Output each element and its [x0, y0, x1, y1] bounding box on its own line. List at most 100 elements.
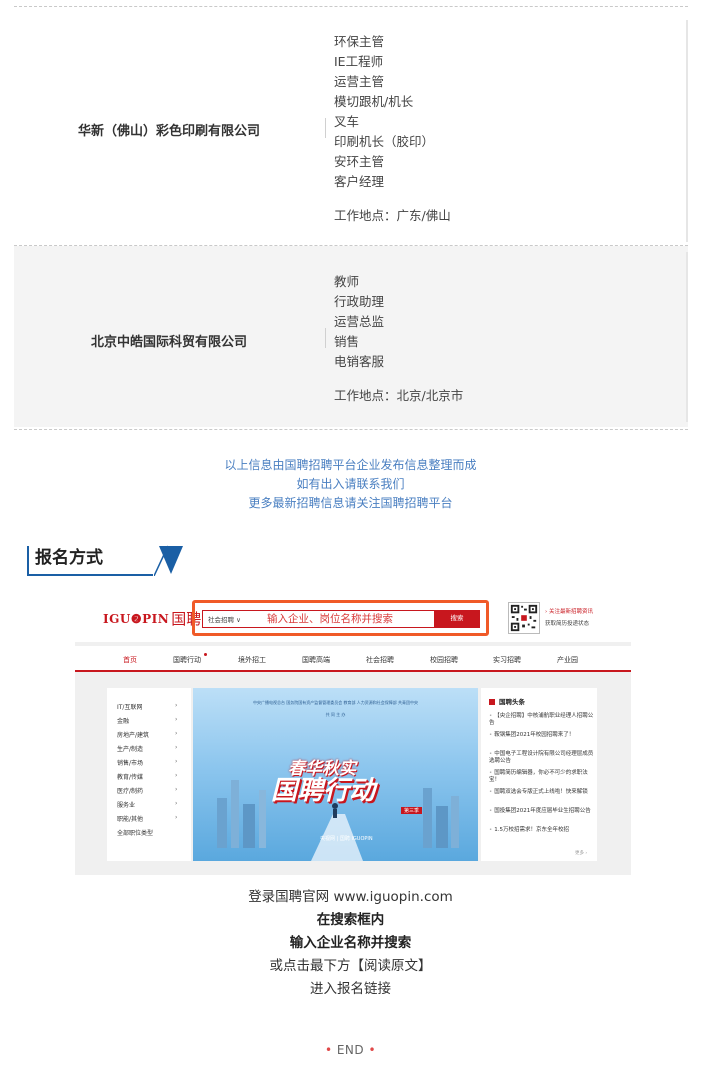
nav-item-action[interactable]: 国聘行动: [173, 655, 201, 665]
position-item: 销售: [334, 334, 360, 349]
headlines-title-text: 国聘头条: [499, 698, 525, 706]
search-button[interactable]: 搜索: [434, 610, 480, 628]
banner-cohost: 共 同 主 办: [325, 712, 346, 717]
qr-caption-line: 获取简历投递状态: [545, 621, 590, 627]
instruction-line: 登录国聘官网 www.iguopin.com: [248, 889, 453, 905]
news-item[interactable]: 国聘简历编辑器，你必不可少的求职法宝！: [489, 770, 595, 784]
chevron-right-icon: ›: [175, 772, 178, 779]
position-item: IE工程师: [334, 54, 384, 69]
site-logo[interactable]: IGU❷PIN 国聘: [103, 608, 201, 629]
position-item: 运营总监: [334, 314, 385, 329]
chevron-right-icon: ›: [175, 716, 178, 723]
nav-item-campus[interactable]: 校园招聘: [430, 655, 458, 665]
instruction-line: 进入报名链接: [310, 981, 391, 997]
nav-item-social[interactable]: 社会招聘: [366, 655, 394, 665]
nav-item-intern[interactable]: 实习招聘: [493, 655, 521, 665]
position-item: 教师: [334, 274, 360, 289]
news-item[interactable]: 中国电子工程设计院有限公司经理层成员选聘公告: [489, 751, 595, 765]
category-item[interactable]: 教育/传媒: [117, 772, 143, 781]
column-separator: [325, 118, 326, 138]
notice-line: 更多最新招聘信息请关注国聘招聘平台: [248, 496, 453, 510]
column-separator: [325, 328, 326, 348]
news-item[interactable]: 国聘双选会专版正式上线啦！快来解锁: [489, 789, 595, 796]
category-item[interactable]: 金融: [117, 716, 129, 725]
chevron-right-icon: ›: [175, 730, 178, 737]
banner-organizers: 中央广播电视总台 国务院国有资产监督管理委员会 教育部 人力资源和社会保障部 共…: [252, 700, 419, 705]
nav-item-park[interactable]: 产业园: [557, 655, 578, 665]
search-input[interactable]: [255, 613, 434, 625]
banner-badge: 第三季: [401, 807, 423, 814]
category-item[interactable]: 服务业: [117, 800, 135, 809]
promo-banner[interactable]: 中央广播电视总台 国务院国有资产监督管理委员会 教育部 人力资源和社会保障部 共…: [193, 688, 478, 861]
news-item[interactable]: 1.5万校招需求！京东全年校招: [489, 827, 595, 834]
table-edge: [686, 252, 688, 422]
new-dot-icon: [204, 653, 207, 656]
work-location: 工作地点：北京/北京市: [334, 388, 464, 403]
dot-icon: •: [324, 1043, 333, 1057]
site-search-bar: 社会招聘 ∨ 搜索: [202, 610, 480, 628]
nav-item-home[interactable]: 首页: [123, 655, 137, 665]
news-item[interactable]: 【央企招聘】中核浦航职业经理人招聘公告: [489, 713, 595, 727]
category-panel: IT/互联网 › 金融 › 房地产/建筑 › 生产/制造 › 销售/市场 › 教…: [107, 688, 191, 861]
category-item[interactable]: IT/互联网: [117, 702, 142, 711]
position-item: 环保主管: [334, 34, 385, 49]
category-item[interactable]: 生产/制造: [117, 744, 143, 753]
headlines-panel: 国聘头条 【央企招聘】中核浦航职业经理人招聘公告 鞍钢集团2021年校园招聘来了…: [481, 688, 597, 861]
chevron-right-icon: ›: [175, 702, 178, 709]
news-icon: [489, 699, 495, 705]
chevron-right-icon: ›: [175, 758, 178, 765]
dot-icon: •: [368, 1043, 377, 1057]
notice-line: 如有出入请联系我们: [296, 477, 405, 491]
chevron-right-icon: ›: [175, 744, 178, 751]
position-item: 运营主管: [334, 74, 385, 89]
category-item[interactable]: 销售/市场: [117, 758, 143, 767]
table-edge: [686, 20, 688, 242]
website-screenshot: IGU❷PIN 国聘 社会招聘 ∨ 搜索 › 关注最新招聘资讯 获取简历投递状态…: [75, 592, 631, 875]
chevron-right-icon: ›: [175, 800, 178, 807]
job-listing-table: 华新（佛山）彩色印刷有限公司 环保主管 IE工程师 运营主管 模切跟机/机长 叉…: [14, 0, 688, 433]
end-mark: • END •: [0, 1043, 701, 1057]
position-item: 印刷机长（胶印）: [334, 134, 435, 149]
position-item: 安环主管: [334, 154, 385, 169]
site-nav: 首页 国聘行动 境外招工 国聘高端 社会招聘 校园招聘 实习招聘 产业园: [75, 646, 631, 672]
company-name: 北京中皓国际科贸有限公司: [90, 335, 247, 350]
position-item: 行政助理: [334, 294, 385, 309]
search-type-select[interactable]: 社会招聘 ∨: [203, 614, 255, 624]
row-divider: [14, 6, 688, 7]
category-item[interactable]: 医疗/制药: [117, 786, 143, 795]
logo-text: IGU❷PIN: [103, 611, 170, 626]
section-title: 报名方式: [35, 548, 103, 568]
end-text: END: [336, 1043, 365, 1057]
news-item[interactable]: 国投集团2021年度应届毕业生招聘公告: [489, 808, 595, 815]
work-location: 工作地点：广东/佛山: [334, 208, 451, 223]
category-item[interactable]: 房地产/建筑: [117, 730, 149, 739]
category-item[interactable]: 职能/其他: [117, 814, 143, 823]
category-item-all[interactable]: 全部职位类型: [117, 828, 153, 837]
row-divider: [14, 429, 688, 430]
chevron-right-icon: ›: [175, 786, 178, 793]
nav-item-senior[interactable]: 国聘高端: [302, 655, 330, 665]
position-item: 叉车: [334, 114, 360, 129]
news-item[interactable]: 鞍钢集团2021年校园招聘来了！: [489, 732, 595, 739]
position-item: 电销客服: [334, 354, 385, 369]
banner-title: 国聘行动: [271, 776, 376, 806]
instruction-line: 在搜索框内: [316, 912, 385, 928]
more-link[interactable]: 更多 ›: [575, 850, 587, 856]
source-notice: 以上信息由国聘招聘平台企业发布信息整理而成 如有出入请联系我们 更多最新招聘信息…: [0, 456, 701, 513]
apply-instructions: 登录国聘官网 www.iguopin.com 在搜索框内 输入企业名称并搜索 或…: [0, 886, 701, 1001]
headlines-title: 国聘头条: [489, 696, 525, 706]
instruction-line: 或点击最下方【阅读原文】: [269, 958, 432, 974]
notice-line: 以上信息由国聘招聘平台企业发布信息整理而成: [224, 458, 477, 472]
qr-caption: › 关注最新招聘资讯 获取简历投递状态: [545, 606, 593, 630]
banner-logo: 央视网 | 国聘 IGUOPIN: [320, 836, 373, 842]
chevron-right-icon: ›: [175, 814, 178, 821]
nav-item-overseas[interactable]: 境外招工: [238, 655, 266, 665]
position-list: 环保主管 IE工程师 运营主管 模切跟机/机长 叉车 印刷机长（胶印） 安环主管…: [334, 32, 434, 192]
position-item: 客户经理: [334, 174, 385, 189]
qr-code-icon: [508, 602, 540, 634]
qr-caption-line: › 关注最新招聘资讯: [545, 609, 593, 615]
section-heading: 报名方式: [27, 543, 187, 576]
instruction-line: 输入企业名称并搜索: [289, 935, 412, 951]
company-name: 华新（佛山）彩色印刷有限公司: [77, 124, 260, 139]
position-list: 教师 行政助理 运营总监 销售 电销客服: [334, 272, 384, 372]
